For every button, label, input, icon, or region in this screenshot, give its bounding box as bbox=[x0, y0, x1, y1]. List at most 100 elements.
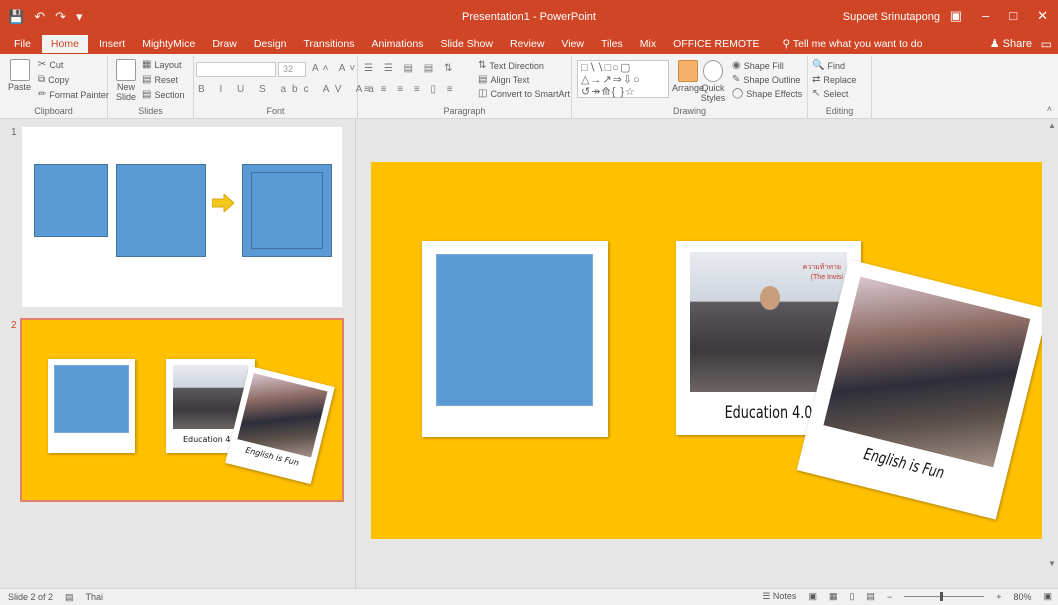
tab-review[interactable]: Review bbox=[510, 38, 544, 50]
zoom-slider-thumb[interactable] bbox=[940, 592, 944, 601]
workspace: 1 2 Education 4.0 English is Fun ความท้า… bbox=[0, 119, 1058, 588]
tab-transitions[interactable]: Transitions bbox=[304, 38, 355, 50]
zoom-slider[interactable] bbox=[904, 592, 985, 601]
tab-mightymice[interactable]: MightyMice bbox=[142, 38, 195, 50]
drawing-group: □∖∖□○▢ △→↗⇒⇩○ ↺↠⟰{ }☆ Arrange Quick Styles… bbox=[572, 56, 808, 118]
align-text-label: Align Text bbox=[490, 74, 530, 85]
comment-icon[interactable]: ▭ bbox=[1041, 37, 1052, 51]
share-button[interactable]: ♟ Share bbox=[990, 37, 1032, 50]
align-text-button[interactable]: ▤ Align Text bbox=[478, 74, 529, 85]
find-button[interactable]: 🔍 Find bbox=[812, 60, 845, 71]
normal-view-icon[interactable]: ▣ bbox=[808, 591, 817, 602]
tab-draw[interactable]: Draw bbox=[212, 38, 237, 50]
collapse-ribbon-icon[interactable]: ˄ bbox=[1047, 104, 1052, 114]
shape-outline-button[interactable]: ✎ Shape Outline bbox=[732, 74, 800, 85]
slide-canvas[interactable]: ความท้าทาย (The Invisi Education 4.0 Eng… bbox=[371, 162, 1042, 539]
clipboard-label: Clipboard bbox=[34, 106, 73, 116]
shape-effects-label: Shape Effects bbox=[746, 88, 803, 99]
font-format-buttons[interactable]: B I U S abc AV Aa bbox=[198, 84, 380, 95]
convert-smartart-button[interactable]: ◫ Convert to SmartArt bbox=[478, 88, 570, 99]
brush-icon: ✏ bbox=[38, 89, 47, 100]
shape-fill-label: Shape Fill bbox=[743, 60, 784, 71]
pointer-icon: ↖ bbox=[812, 88, 821, 99]
copy-button[interactable]: ⧉ Copy bbox=[38, 74, 69, 85]
alignment-buttons[interactable]: ≡ ≡ ≡ ≡ ▯ ≡ bbox=[364, 84, 457, 95]
notes-icon: ☰ bbox=[762, 591, 773, 601]
maximize-icon[interactable]: □ bbox=[1009, 8, 1017, 24]
tab-slide-show[interactable]: Slide Show bbox=[440, 38, 493, 50]
select-label: Select bbox=[823, 88, 849, 99]
tab-mix[interactable]: Mix bbox=[640, 38, 656, 50]
paste-button[interactable]: Paste bbox=[8, 59, 31, 92]
tab-insert[interactable]: Insert bbox=[99, 38, 125, 50]
font-size-box[interactable]: 32 bbox=[278, 62, 306, 77]
new-slide-icon bbox=[116, 59, 136, 81]
minimize-icon[interactable]: – bbox=[982, 8, 989, 24]
status-left: Slide 2 of 2 ▤ Thai bbox=[8, 592, 103, 603]
editing-group: 🔍 Find ⇄ Replace ↖ Select Editing bbox=[808, 56, 872, 118]
new-slide-button[interactable]: New Slide bbox=[114, 59, 138, 102]
close-icon[interactable]: ✕ bbox=[1037, 8, 1048, 24]
blue-square-shape bbox=[34, 164, 108, 237]
zoom-out-icon[interactable]: − bbox=[887, 592, 892, 602]
slideshow-icon[interactable]: ▤ bbox=[866, 591, 875, 602]
slide-thumbnail-2[interactable]: Education 4.0 English is Fun bbox=[20, 318, 344, 502]
cut-button[interactable]: ✂ Cut bbox=[38, 59, 63, 70]
window-controls: ▣ – □ ✕ bbox=[950, 8, 1048, 24]
text-direction-icon: ⇅ bbox=[478, 60, 487, 71]
font-name-box[interactable] bbox=[196, 62, 276, 77]
tab-file[interactable]: File bbox=[14, 38, 31, 50]
layout-button[interactable]: ▦ Layout bbox=[142, 59, 181, 70]
shape-fill-button[interactable]: ◉ Shape Fill bbox=[732, 60, 784, 71]
user-name[interactable]: Supoet Srinutapong bbox=[843, 11, 940, 23]
format-painter-button[interactable]: ✏ Format Painter bbox=[38, 89, 109, 100]
section-label: Section bbox=[154, 89, 185, 100]
slides-group: New Slide ▦ Layout ▤ Reset ▤ Section Slides bbox=[108, 56, 194, 118]
person-icon: ♟ bbox=[989, 38, 1000, 50]
reading-view-icon[interactable]: ▯ bbox=[849, 591, 854, 602]
blue-square-shape bbox=[116, 164, 206, 257]
pen-icon: ✎ bbox=[732, 74, 741, 85]
find-icon: 🔍 bbox=[812, 60, 825, 71]
tab-office-remote[interactable]: OFFICE REMOTE bbox=[673, 38, 759, 50]
tab-view[interactable]: View bbox=[561, 38, 584, 50]
quick-styles-button[interactable]: Quick Styles bbox=[700, 60, 726, 103]
align-text-icon: ▤ bbox=[478, 74, 488, 85]
section-button[interactable]: ▤ Section bbox=[142, 89, 184, 100]
slide-thumbnail-1[interactable] bbox=[22, 127, 342, 307]
reset-button[interactable]: ▤ Reset bbox=[142, 74, 178, 85]
smartart-icon: ◫ bbox=[478, 88, 488, 99]
replace-label: Replace bbox=[823, 74, 857, 85]
paint-bucket-icon: ◉ bbox=[732, 60, 741, 71]
tab-tiles[interactable]: Tiles bbox=[601, 38, 623, 50]
zoom-in-icon[interactable]: + bbox=[996, 592, 1001, 602]
shapes-gallery[interactable]: □∖∖□○▢ △→↗⇒⇩○ ↺↠⟰{ }☆ bbox=[577, 60, 669, 98]
select-button[interactable]: ↖ Select bbox=[812, 88, 848, 99]
spellcheck-icon[interactable]: ▤ bbox=[65, 592, 74, 603]
tell-me-box[interactable]: ⚲ Tell me what you want to do bbox=[782, 38, 922, 50]
text-direction-button[interactable]: ⇅ Text Direction bbox=[478, 60, 544, 71]
list-buttons[interactable]: ☰ ☰ ▤ ▤ ⇅ bbox=[364, 63, 456, 74]
lightbulb-icon: ⚲ bbox=[782, 38, 791, 50]
font-label: Font bbox=[266, 106, 285, 116]
vertical-scrollbar[interactable]: ▲ ▼ bbox=[1046, 119, 1058, 588]
replace-button[interactable]: ⇄ Replace bbox=[812, 74, 856, 85]
shape-effects-button[interactable]: ◯ Shape Effects bbox=[732, 88, 802, 99]
paragraph-label: Paragraph bbox=[443, 106, 486, 116]
scroll-down-icon[interactable]: ▼ bbox=[1048, 559, 1056, 568]
new-slide-label: New Slide bbox=[115, 82, 136, 102]
font-size-buttons[interactable]: A˄ A˅ bbox=[312, 63, 359, 74]
ribbon-display-icon[interactable]: ▣ bbox=[950, 8, 962, 24]
polaroid-blue[interactable] bbox=[422, 241, 608, 437]
zoom-level[interactable]: 80% bbox=[1013, 592, 1031, 602]
tab-home[interactable]: Home bbox=[41, 35, 88, 53]
notes-button[interactable]: ☰ Notes bbox=[762, 591, 796, 602]
scroll-up-icon[interactable]: ▲ bbox=[1048, 121, 1056, 130]
slide-sorter-icon[interactable]: ▦ bbox=[829, 591, 838, 602]
tab-animations[interactable]: Animations bbox=[371, 38, 423, 50]
quick-styles-icon bbox=[703, 60, 723, 82]
tab-design[interactable]: Design bbox=[254, 38, 287, 50]
fit-slide-icon[interactable]: ▣ bbox=[1043, 591, 1052, 602]
slide-number-1: 1 bbox=[11, 127, 17, 138]
language-indicator[interactable]: Thai bbox=[86, 592, 104, 603]
